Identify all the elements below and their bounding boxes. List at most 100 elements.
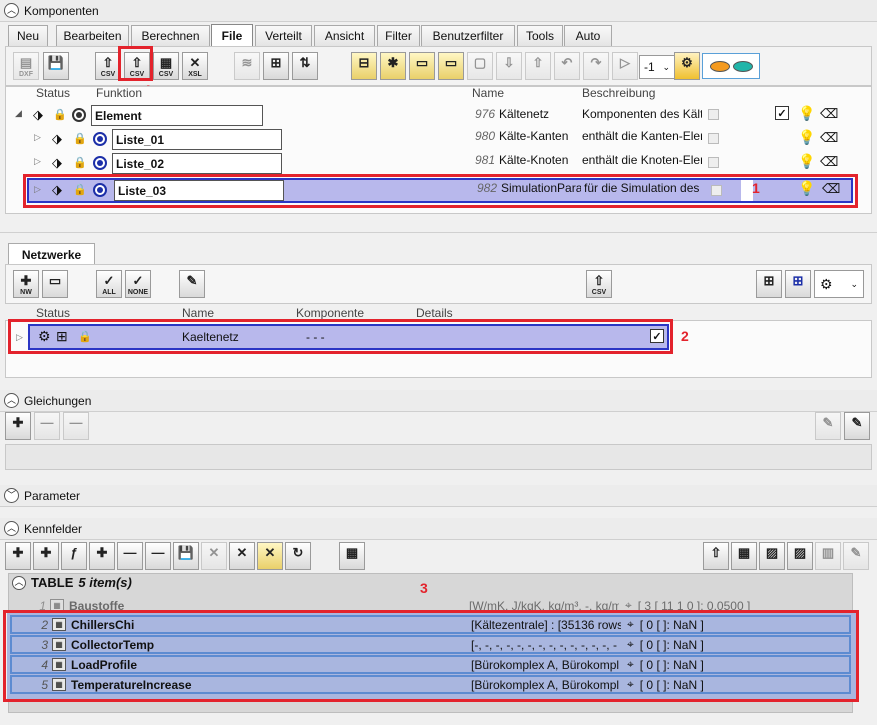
add-network-button[interactable]: ✚ NW [13, 270, 39, 298]
layers-icon[interactable]: ≋ [234, 52, 260, 80]
tree-row-liste-02[interactable]: ▷ ⬗ 🔒 Liste_02 981 Kälte-Knoten enthält … [5, 151, 850, 175]
gleichungen-header[interactable]: ︿ Gleichungen [0, 390, 877, 412]
column-status[interactable]: Status [36, 306, 70, 320]
select-none-button[interactable]: ✓ NONE [125, 270, 151, 298]
column-funktion[interactable]: Funktion [96, 86, 142, 100]
new-star-icon[interactable]: ✱ [380, 52, 406, 80]
kennfelder-header[interactable]: ︿ Kennfelder [0, 518, 877, 540]
undo-disabled-icon[interactable]: ↶ [554, 52, 580, 80]
element-name-field[interactable]: Liste_01 [112, 129, 282, 150]
parameter-header[interactable]: ﹀ Parameter [0, 485, 877, 507]
element-name-field[interactable]: Liste_02 [112, 153, 282, 174]
eraser-icon[interactable]: ⌫ [820, 130, 838, 146]
remove-icon[interactable]: — [117, 542, 143, 570]
element-name-field[interactable]: Element [91, 105, 263, 126]
table-group-header[interactable]: ︿ TABLE 5 item(s) [12, 575, 132, 590]
remove-all-icon[interactable]: — [145, 542, 171, 570]
row-checkbox[interactable]: ✓ [775, 106, 789, 120]
expand-chevron-icon[interactable]: ﹀ [4, 488, 19, 503]
eraser-icon[interactable]: ⌫ [820, 106, 838, 122]
add-table-icon[interactable]: ✚ [5, 542, 31, 570]
remove-equation-button[interactable]: — [34, 412, 60, 440]
lightbulb-icon[interactable]: 💡 [798, 105, 815, 122]
radio-circle-icon[interactable] [72, 108, 86, 122]
tree-row-element[interactable]: ◢ ⬗ 🔒 Element 976 Kältenetz Komponenten … [5, 103, 850, 127]
tab-netzwerke[interactable]: Netzwerke [8, 243, 95, 265]
csv-export-network-button[interactable]: ⇧ CSV [586, 270, 612, 298]
network-dropdown[interactable]: ⚙ ⌄ [814, 270, 864, 298]
radio-circle-icon[interactable] [93, 132, 107, 146]
toggle-view-button[interactable] [702, 53, 760, 79]
column-status[interactable]: Status [36, 86, 70, 100]
tab-berechnen[interactable]: Berechnen [131, 25, 210, 46]
tree-row-liste-01[interactable]: ▷ ⬗ 🔒 Liste_01 980 Kälte-Kanten enthält … [5, 127, 850, 151]
dxf-export-icon[interactable]: ▤ DXF [13, 52, 39, 80]
save-disabled-icon[interactable]: ▢ [467, 52, 493, 80]
folder-save-icon[interactable]: ▭ [438, 52, 464, 80]
lock-icon[interactable]: 🔒 [73, 132, 87, 145]
select-all-button[interactable]: ✓ ALL [96, 270, 122, 298]
network-tool-icon[interactable]: ✎ [179, 270, 205, 298]
save-icon[interactable]: 💾 [173, 542, 199, 570]
table-grid-icon[interactable]: ▦ [731, 542, 757, 570]
csv-table-icon[interactable]: ⇧ [703, 542, 729, 570]
chart-disabled-icon[interactable]: ▥ [815, 542, 841, 570]
tab-file[interactable]: File [211, 24, 253, 47]
exit-disabled-icon[interactable]: ▷ [612, 52, 638, 80]
network-graph-blue-icon[interactable]: ⊞ [785, 270, 811, 298]
column-name[interactable]: Name [472, 86, 504, 100]
dxf-disabled-icon[interactable]: ✕ [201, 542, 227, 570]
edit-network-button[interactable]: ▭ [42, 270, 68, 298]
collapsed-arrow-icon[interactable]: ▷ [34, 156, 41, 167]
tab-neu[interactable]: Neu [8, 25, 48, 46]
refresh-icon[interactable]: ↻ [285, 542, 311, 570]
redo-disabled-icon[interactable]: ↷ [583, 52, 609, 80]
lightbulb-icon[interactable]: 💡 [798, 153, 815, 170]
upload-disabled-icon[interactable]: ⇧ [525, 52, 551, 80]
tab-bearbeiten[interactable]: Bearbeiten [56, 25, 129, 46]
folder-icon[interactable]: ▭ [409, 52, 435, 80]
table-param-icon[interactable]: ▦ [339, 542, 365, 570]
tab-benutzerfilter[interactable]: Benutzerfilter [421, 25, 515, 46]
collapsed-arrow-icon[interactable]: ▷ [34, 132, 41, 143]
lightbulb-icon[interactable]: 💡 [798, 129, 815, 146]
table-edit-icon[interactable]: ▨ [759, 542, 785, 570]
xsl-yellow-icon[interactable]: ✕ [257, 542, 283, 570]
collapse-chevron-icon[interactable]: ︿ [4, 521, 19, 536]
remove-all-equation-button[interactable]: — [63, 412, 89, 440]
tab-ansicht[interactable]: Ansicht [314, 25, 375, 46]
mapping-icon[interactable]: ⇅ [292, 52, 318, 80]
column-komponente[interactable]: Komponente [296, 306, 364, 320]
column-details[interactable]: Details [416, 306, 453, 320]
lock-icon[interactable]: 🔒 [73, 156, 87, 169]
tab-filter[interactable]: Filter [377, 25, 420, 46]
folder-open-icon[interactable]: ⊟ [351, 52, 377, 80]
tab-verteilt[interactable]: Verteilt [255, 25, 312, 46]
collapse-chevron-icon[interactable]: ︿ [4, 393, 19, 408]
column-beschreibung[interactable]: Beschreibung [582, 86, 655, 100]
collapse-chevron-icon[interactable]: ︿ [4, 3, 19, 18]
download-disabled-icon[interactable]: ⇩ [496, 52, 522, 80]
network-graph-icon[interactable]: ⊞ [756, 270, 782, 298]
function-icon[interactable]: ƒ [61, 542, 87, 570]
structure-icon[interactable]: ⊞ [263, 52, 289, 80]
radio-circle-icon[interactable] [93, 156, 107, 170]
csv-table-button[interactable]: ▦ CSV [153, 52, 179, 80]
lock-icon[interactable]: 🔒 [53, 108, 67, 121]
collapse-chevron-icon[interactable]: ︿ [12, 575, 26, 590]
tab-auto[interactable]: Auto [564, 25, 612, 46]
eraser-icon[interactable]: ⌫ [820, 154, 838, 170]
table-tool-icon[interactable]: ▨ [787, 542, 813, 570]
xsl-export-button[interactable]: ✕ XSL [182, 52, 208, 80]
dxf-import-icon[interactable]: ✚ [89, 542, 115, 570]
column-name[interactable]: Name [182, 306, 214, 320]
equation-tool-disabled-icon[interactable]: ✎ [815, 412, 841, 440]
komponenten-header[interactable]: ︿ Komponenten [0, 0, 877, 22]
add-parameter-icon[interactable]: ✚ [33, 542, 59, 570]
tab-tools[interactable]: Tools [517, 25, 563, 46]
wrench-disabled-icon[interactable]: ✎ [843, 542, 869, 570]
save-icon[interactable]: 💾 [43, 52, 69, 80]
xsl-icon[interactable]: ✕ [229, 542, 255, 570]
expanded-arrow-icon[interactable]: ◢ [15, 108, 22, 119]
gears-icon[interactable]: ⚙ [674, 52, 700, 80]
